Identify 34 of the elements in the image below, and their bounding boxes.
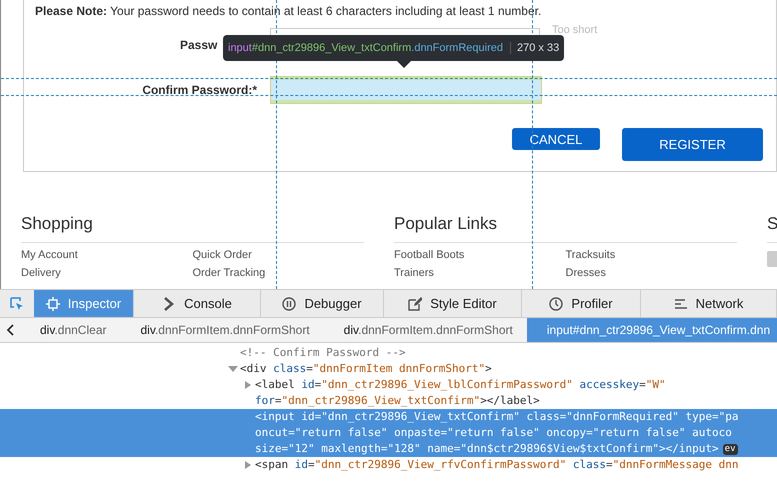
breadcrumb[interactable]: div.dnnFormItem.dnnFormShort (120, 318, 324, 342)
markup-line[interactable]: <div class="dnnFormItem dnnFormShort"> (240, 361, 492, 377)
field-label: Confirm Password:* (142, 82, 257, 96)
markup-line[interactable]: <span id="dnn_ctr29896_View_rfvConfirmPassword" class="dnnFormMessage dnn (255, 457, 739, 473)
field-label: Passw (180, 38, 218, 52)
tooltip-selector: input#dnn_ctr29896_View_txtConfirm.dnnFormRequired (228, 42, 511, 54)
password-note: Please Note: Your password needs to contain at least 6 characters including at least 1 number. (35, 4, 542, 18)
footer-link[interactable]: Delivery (21, 267, 192, 285)
chevron-icon (162, 296, 176, 310)
breadcrumb[interactable]: div.dnnFormItem.dnnFormShort (324, 318, 527, 342)
footer-heading: Popular Links (394, 214, 498, 234)
register-button[interactable]: REGISTER (622, 128, 763, 161)
markup-line[interactable]: <!-- Confirm Password --> (240, 345, 406, 361)
footer-heading: Shopping (21, 214, 94, 234)
inspector-icon (46, 296, 60, 310)
markup-line[interactable]: <label id="dnn_ctr29896_View_lblConfirmPassword" accesskey="W" (255, 377, 666, 393)
network-icon (674, 296, 688, 310)
footer-link[interactable]: My Account (21, 249, 192, 267)
footer-link[interactable]: Football Boots (394, 249, 566, 267)
pause-icon (282, 296, 296, 310)
footer-link[interactable]: Tracksuits (566, 249, 737, 267)
confirm-password-field[interactable] (271, 80, 541, 100)
event-badge[interactable]: ev (722, 444, 738, 454)
breadcrumb[interactable]: div.dnnClear (20, 318, 120, 342)
markup-line[interactable]: for="dnn_ctr29896_View_txtConfirm"></label> (255, 393, 540, 409)
footer-link[interactable]: Order Tracking (192, 267, 364, 285)
pencil-icon (408, 296, 422, 310)
cancel-button[interactable]: CANCEL (512, 128, 600, 150)
stopwatch-icon (549, 296, 564, 310)
footer-link[interactable]: Trainers (394, 267, 566, 285)
footer-link[interactable]: Dresses (566, 267, 737, 285)
footer-link[interactable]: Quick Order (192, 249, 364, 267)
tooltip-size: 270 x 33 (516, 42, 560, 54)
validation-hint: Too short (552, 24, 598, 36)
